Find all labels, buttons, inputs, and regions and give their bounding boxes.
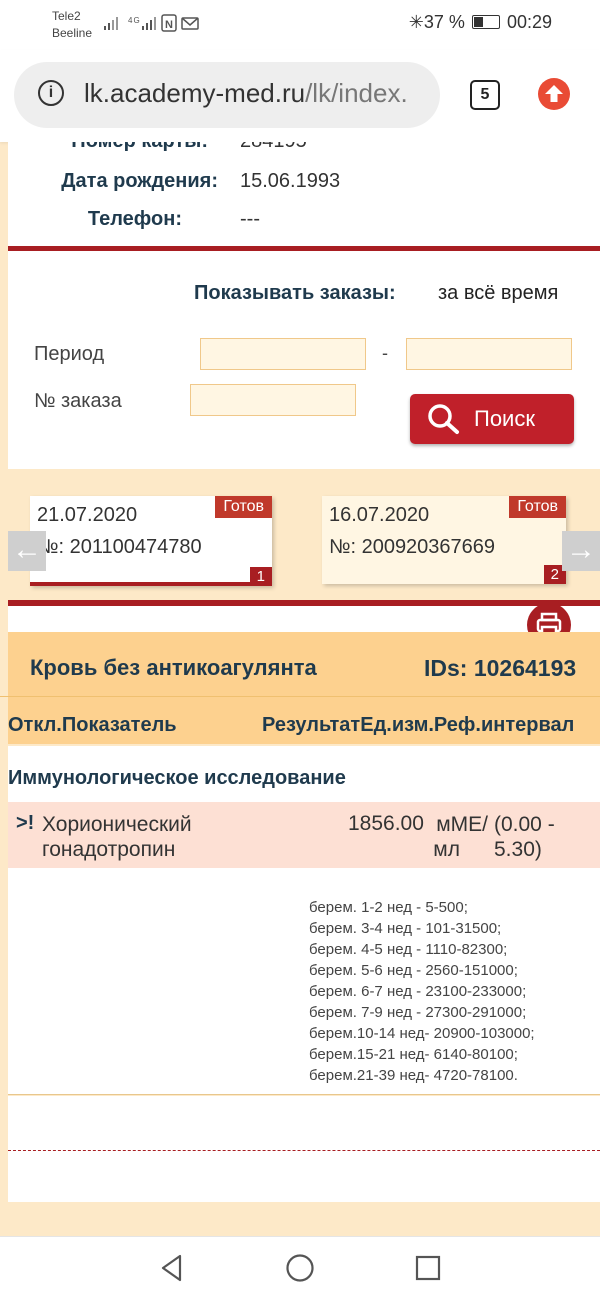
search-button[interactable]: Поиск bbox=[410, 394, 574, 444]
url-host: lk.academy-med.ru bbox=[84, 78, 306, 108]
indicator-name-line1: Хорионический bbox=[42, 813, 192, 836]
unit-line1: мМЕ/ bbox=[436, 813, 488, 836]
order-card-2[interactable]: Готов 16.07.2020 №: 200920367669 2 bbox=[322, 496, 566, 584]
column-headers: Откл.Показатель bbox=[8, 714, 177, 737]
dotted-divider bbox=[8, 1150, 600, 1151]
phone-value: --- bbox=[240, 208, 260, 230]
header-divider bbox=[0, 696, 600, 697]
show-orders-label: Показывать заказы: bbox=[194, 282, 396, 304]
phone-label: Телефон: bbox=[87, 208, 182, 230]
sample-ids: IDs: 10264193 bbox=[424, 655, 577, 681]
next-arrow-icon[interactable]: → bbox=[562, 531, 600, 571]
url-path: /lk/index. bbox=[305, 78, 408, 108]
order-number: №: 201100474780 bbox=[37, 536, 202, 558]
ref-note: берем. 4-5 нед - 1110-82300; bbox=[309, 941, 508, 958]
ref-interval: (0.00 - 5.30) bbox=[494, 812, 555, 862]
bottom-panel bbox=[8, 1096, 600, 1202]
reference-notes: берем. 1-2 нед - 5-500; берем. 3-4 нед -… bbox=[309, 897, 535, 1086]
col-result: Результат bbox=[262, 714, 361, 736]
status-badge: Готов bbox=[215, 496, 272, 518]
period-from-input[interactable] bbox=[200, 338, 366, 370]
carrier-1: Tele2 bbox=[52, 9, 81, 23]
col-unit: Ед.изм. bbox=[360, 714, 434, 736]
print-bar bbox=[8, 606, 600, 632]
order-number: №: 200920367669 bbox=[329, 536, 496, 558]
search-icon bbox=[428, 404, 459, 434]
svg-text:N: N bbox=[165, 19, 174, 31]
order-number-label: № заказа bbox=[34, 390, 122, 412]
period-to-input[interactable] bbox=[406, 338, 572, 370]
col-indicator: Показатель bbox=[61, 714, 177, 736]
battery-percent: 37 % bbox=[423, 12, 465, 32]
column-headers-right: РезультатЕд.изм.Реф.интервал bbox=[262, 714, 574, 737]
carrier-names: Tele2 Beeline bbox=[52, 8, 92, 42]
col-ref: Реф.интервал bbox=[433, 714, 575, 736]
ref-line2: 5.30) bbox=[494, 838, 542, 861]
upload-icon[interactable] bbox=[538, 78, 570, 110]
result-unit: мМЕ/ мл bbox=[430, 812, 488, 862]
url-text[interactable]: lk.academy-med.ru/lk/index. bbox=[84, 78, 408, 109]
toolbar-overlap-cover bbox=[0, 130, 600, 142]
ref-note: берем. 5-6 нед - 2560-151000; bbox=[309, 962, 518, 979]
ref-note: берем. 1-2 нед - 5-500; bbox=[309, 899, 468, 916]
show-orders-select[interactable]: за всё время bbox=[438, 282, 558, 305]
order-card-1[interactable]: Готов 21.07.2020 №: 201100474780 1 bbox=[30, 496, 272, 586]
ref-note: берем. 3-4 нед - 101-31500; bbox=[309, 920, 502, 937]
ref-note: берем. 7-9 нед - 27300-291000; bbox=[309, 1004, 527, 1021]
selected-indicator bbox=[30, 582, 272, 586]
status-badge: Готов bbox=[509, 496, 566, 518]
status-right: ✳37 % 00:29 bbox=[409, 12, 552, 33]
indicator-name: Хорионический гонадотропин bbox=[42, 812, 192, 862]
section-title: Иммунологическое исследование bbox=[8, 767, 346, 789]
order-number-input[interactable] bbox=[190, 384, 356, 416]
recents-icon[interactable] bbox=[414, 1254, 442, 1282]
ref-note: берем.15-21 нед- 6140-80100; bbox=[309, 1046, 518, 1063]
period-separator: - bbox=[382, 343, 388, 363]
signal-icon: 4G N bbox=[104, 14, 204, 37]
network-type: 4G bbox=[128, 16, 141, 25]
order-date: 21.07.2020 bbox=[37, 504, 138, 526]
system-nav-bar bbox=[0, 1236, 600, 1300]
battery-icon bbox=[471, 15, 500, 29]
search-button-label: Поиск bbox=[474, 406, 535, 431]
carrier-2: Beeline bbox=[52, 26, 93, 40]
ref-line1: (0.00 - bbox=[494, 813, 555, 836]
col-deviation: Откл. bbox=[8, 714, 62, 736]
result-value: 1856.00 bbox=[348, 812, 424, 835]
birth-date-value: 15.06.1993 bbox=[240, 170, 341, 192]
bluetooth-icon: ✳ bbox=[408, 12, 424, 32]
home-icon[interactable] bbox=[285, 1253, 315, 1283]
ref-note: берем.10-14 нед- 20900-103000; bbox=[309, 1025, 535, 1042]
clock: 00:29 bbox=[506, 12, 552, 32]
tabs-count-button[interactable]: 5 bbox=[470, 80, 500, 110]
prev-arrow-icon[interactable]: ← bbox=[8, 531, 46, 571]
deviation-flag: >! bbox=[16, 812, 35, 834]
ref-note: берем. 6-7 нед - 23100-233000; bbox=[309, 983, 527, 1000]
order-date: 16.07.2020 bbox=[329, 504, 430, 526]
sample-type: Кровь без антикоагулянта bbox=[30, 655, 317, 680]
info-icon[interactable]: i bbox=[38, 80, 64, 106]
ref-note: берем.21-39 нед- 4720-78100. bbox=[309, 1067, 518, 1084]
indicator-name-line2: гонадотропин bbox=[42, 838, 176, 861]
back-icon[interactable] bbox=[158, 1253, 186, 1283]
period-label: Период bbox=[34, 343, 105, 365]
unit-line2: мл bbox=[433, 838, 460, 861]
birth-date-label: Дата рождения: bbox=[61, 170, 218, 192]
